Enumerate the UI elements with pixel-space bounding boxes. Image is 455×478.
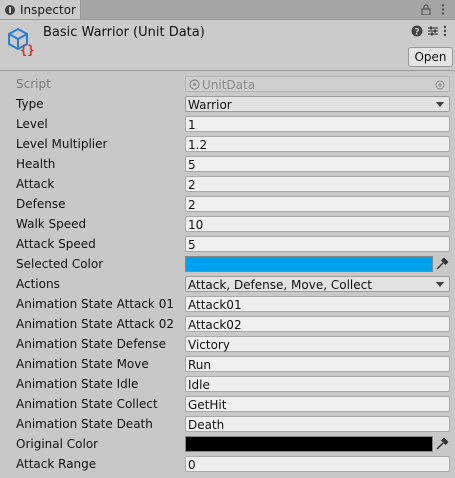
type-value: Warrior: [188, 98, 232, 112]
actions-label: Actions: [16, 277, 60, 291]
property-actions: Actions Attack, Defense, Move, Collect: [0, 275, 455, 295]
attack-field[interactable]: 2: [185, 176, 450, 192]
property-attack-range: Attack Range 0: [0, 455, 455, 475]
property-attack: Attack 2: [0, 175, 455, 195]
level-multiplier-label[interactable]: Level Multiplier: [16, 137, 107, 151]
scriptable-object-icon: {}: [6, 26, 36, 57]
svg-text:?: ?: [414, 28, 419, 38]
anim-death-label: Animation State Death: [16, 417, 153, 431]
eyedropper-icon[interactable]: [435, 437, 449, 451]
anim-defense-field[interactable]: Victory: [185, 336, 450, 352]
original-color-swatch[interactable]: [185, 436, 433, 452]
anim-defense-label: Animation State Defense: [16, 337, 167, 351]
dropdown-arrow-icon: [436, 282, 444, 287]
anim-idle-label: Animation State Idle: [16, 377, 139, 391]
help-icon[interactable]: ?: [411, 25, 423, 38]
attack-speed-label[interactable]: Attack Speed: [16, 237, 96, 251]
attack-label[interactable]: Attack: [16, 177, 54, 191]
defense-field[interactable]: 2: [185, 196, 450, 212]
property-walk-speed: Walk Speed 10: [0, 215, 455, 235]
preset-icon[interactable]: [427, 25, 439, 37]
property-anim-collect: Animation State Collect GetHit: [0, 395, 455, 415]
level-label[interactable]: Level: [16, 117, 48, 131]
dropdown-arrow-icon: [436, 102, 444, 107]
defense-label[interactable]: Defense: [16, 197, 65, 211]
property-attack-speed: Attack Speed 5: [0, 235, 455, 255]
anim-idle-field[interactable]: Idle: [185, 376, 450, 392]
script-file-icon: [189, 79, 200, 90]
walk-speed-label[interactable]: Walk Speed: [16, 217, 86, 231]
attack-range-field[interactable]: 0: [185, 456, 450, 472]
selected-color-label: Selected Color: [16, 257, 104, 271]
original-color-field: [185, 436, 450, 452]
health-label[interactable]: Health: [16, 157, 55, 171]
anim-move-field[interactable]: Run: [185, 356, 450, 372]
property-script: Script UnitData: [0, 75, 455, 95]
property-original-color: Original Color: [0, 435, 455, 455]
lock-icon[interactable]: [420, 3, 432, 15]
selected-color-field: [185, 256, 450, 272]
property-anim-move: Animation State Move Run: [0, 355, 455, 375]
property-health: Health 5: [0, 155, 455, 175]
attack-range-label[interactable]: Attack Range: [16, 457, 96, 471]
info-icon: [5, 4, 15, 15]
script-value: UnitData: [202, 78, 256, 92]
property-level: Level 1: [0, 115, 455, 135]
property-anim-attack02: Animation State Attack 02 Attack02: [0, 315, 455, 335]
selected-color-swatch[interactable]: [185, 256, 433, 272]
property-defense: Defense 2: [0, 195, 455, 215]
health-field[interactable]: 5: [185, 156, 450, 172]
property-anim-death: Animation State Death Death: [0, 415, 455, 435]
property-type: Type Warrior: [0, 95, 455, 115]
attack-speed-field[interactable]: 5: [185, 236, 450, 252]
tab-inspector-label: Inspector: [20, 2, 76, 17]
level-field[interactable]: 1: [185, 116, 450, 132]
inspector-tabbar: Inspector: [0, 0, 455, 20]
header-kebab-menu-icon[interactable]: [443, 25, 455, 37]
property-anim-defense: Animation State Defense Victory: [0, 335, 455, 355]
anim-death-field[interactable]: Death: [185, 416, 450, 432]
anim-collect-label: Animation State Collect: [16, 397, 158, 411]
inspector-header: {} Basic Warrior (Unit Data) ? Open: [0, 20, 455, 71]
script-label: Script: [16, 77, 51, 91]
anim-collect-field[interactable]: GetHit: [185, 396, 450, 412]
object-picker-icon: [435, 80, 445, 90]
eyedropper-icon[interactable]: [435, 257, 449, 271]
type-dropdown[interactable]: Warrior: [185, 96, 450, 112]
walk-speed-field[interactable]: 10: [185, 216, 450, 232]
property-anim-idle: Animation State Idle Idle: [0, 375, 455, 395]
open-button[interactable]: Open: [408, 47, 453, 67]
property-selected-color: Selected Color: [0, 255, 455, 275]
kebab-menu-icon[interactable]: [437, 3, 449, 15]
anim-move-label: Animation State Move: [16, 357, 149, 371]
actions-dropdown[interactable]: Attack, Defense, Move, Collect: [185, 276, 450, 292]
anim-attack01-label: Animation State Attack 01: [16, 297, 174, 311]
level-multiplier-field[interactable]: 1.2: [185, 136, 450, 152]
anim-attack02-label: Animation State Attack 02: [16, 317, 174, 331]
tab-inspector[interactable]: Inspector: [0, 0, 81, 19]
property-level-multiplier: Level Multiplier 1.2: [0, 135, 455, 155]
anim-attack01-field[interactable]: Attack01: [185, 296, 450, 312]
original-color-label: Original Color: [16, 437, 99, 451]
anim-attack02-field[interactable]: Attack02: [185, 316, 450, 332]
object-title: Basic Warrior (Unit Data): [43, 25, 205, 40]
actions-value: Attack, Defense, Move, Collect: [188, 278, 372, 292]
property-anim-attack01: Animation State Attack 01 Attack01: [0, 295, 455, 315]
type-label: Type: [16, 97, 44, 111]
script-field: UnitData: [185, 76, 450, 92]
svg-text:{}: {}: [20, 43, 34, 56]
